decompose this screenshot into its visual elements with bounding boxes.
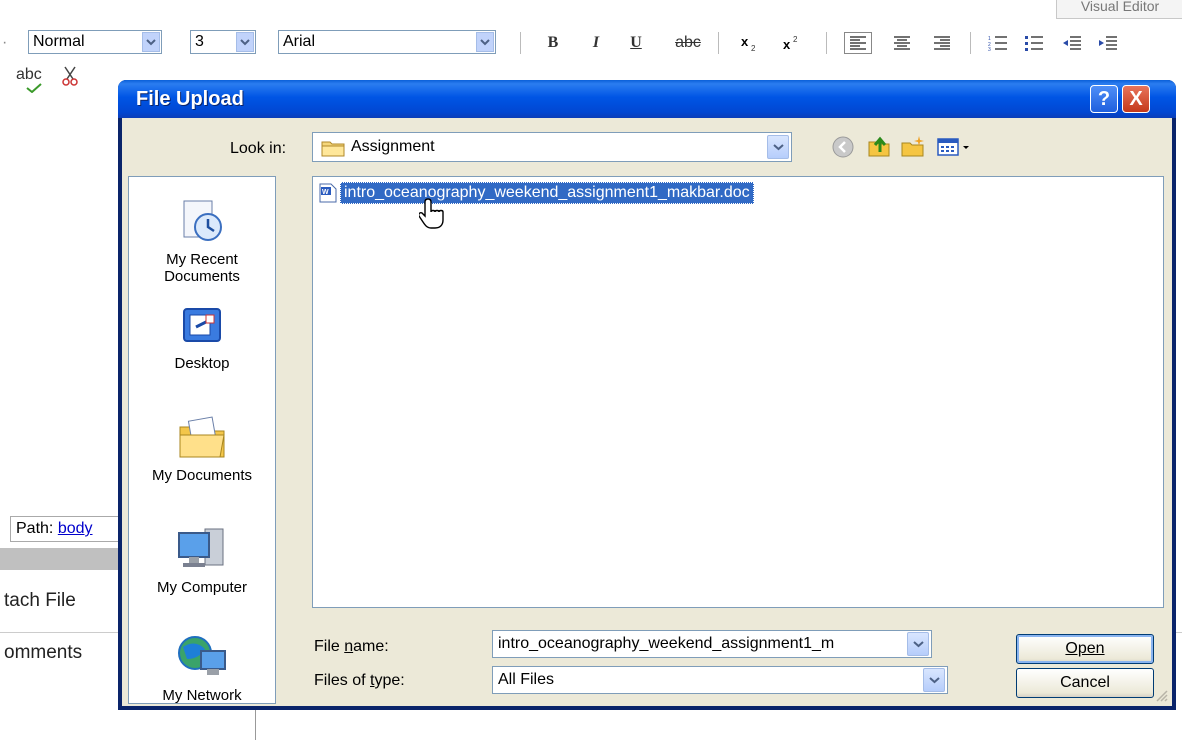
toolbar-separator — [520, 32, 521, 54]
file-upload-dialog: File Upload ? X Look in: Assignment My R… — [118, 80, 1176, 710]
italic-button[interactable]: I — [586, 32, 606, 54]
lookin-label: Look in: — [230, 140, 287, 157]
toolbar-separator — [826, 32, 827, 54]
file-list[interactable]: W intro_oceanography_weekend_assignment1… — [312, 176, 1164, 608]
place-label: Desktop — [174, 355, 230, 372]
my-computer-icon — [178, 528, 224, 567]
bullet-list-icon[interactable] — [1020, 32, 1048, 54]
svg-text:3: 3 — [988, 47, 991, 51]
size-select[interactable]: 3 — [190, 30, 256, 54]
cut-icon[interactable] — [62, 66, 78, 91]
editor-toolbar: · Normal 3 Arial B I U abc x2 x2 123 — [0, 20, 1182, 64]
dialog-titlebar[interactable]: File Upload ? X — [118, 80, 1176, 118]
place-label: My Recent Documents — [164, 251, 240, 285]
file-name[interactable]: intro_oceanography_weekend_assignment1_m… — [340, 182, 754, 204]
lookin-value: Assignment — [351, 138, 435, 155]
place-my-recent-documents[interactable]: My Recent Documents — [129, 197, 275, 285]
path-label: Path: — [16, 520, 54, 537]
visual-editor-tab[interactable]: Visual Editor — [1056, 0, 1182, 19]
path-body-link[interactable]: body — [58, 520, 93, 537]
toolbar-separator — [718, 32, 719, 54]
path-bar: Path: body — [10, 516, 122, 542]
checkmark-icon — [26, 80, 42, 98]
filetype-label: Files of type: — [314, 672, 405, 689]
open-button[interactable]: Open — [1016, 634, 1154, 664]
chevron-down-icon[interactable] — [236, 32, 254, 52]
place-desktop[interactable]: Desktop — [129, 305, 275, 372]
align-right-icon[interactable] — [928, 32, 956, 54]
filetype-value: All Files — [498, 671, 555, 688]
my-network-icon — [178, 636, 226, 675]
subscript-icon[interactable]: x2 — [738, 32, 762, 54]
superscript-icon[interactable]: x2 — [780, 32, 804, 54]
dialog-body: Look in: Assignment My Recent Documents … — [122, 118, 1172, 706]
align-left-icon[interactable] — [844, 32, 872, 54]
new-folder-icon[interactable] — [900, 134, 926, 160]
chevron-down-icon[interactable] — [907, 632, 929, 656]
align-center-icon[interactable] — [888, 32, 916, 54]
svg-text:2: 2 — [793, 35, 798, 44]
strikethrough-button[interactable]: abc — [668, 32, 708, 54]
comments-label: omments — [4, 642, 83, 663]
hand-cursor-icon — [418, 197, 447, 234]
place-my-computer[interactable]: My Computer — [129, 525, 275, 596]
place-label: My Computer — [156, 579, 248, 596]
chevron-down-icon[interactable] — [476, 32, 494, 52]
filename-value: intro_oceanography_weekend_assignment1_m — [498, 635, 835, 652]
svg-text:W: W — [322, 189, 329, 196]
svg-text:x: x — [783, 37, 791, 52]
format-select[interactable]: Normal — [28, 30, 162, 54]
toolbar-separator — [970, 32, 971, 54]
place-label: My Documents — [151, 467, 253, 484]
back-icon[interactable] — [830, 134, 856, 160]
filename-input[interactable]: intro_oceanography_weekend_assignment1_m — [492, 630, 932, 658]
numbered-list-icon[interactable]: 123 — [984, 32, 1012, 54]
file-item[interactable]: W intro_oceanography_weekend_assignment1… — [319, 181, 754, 205]
place-my-network[interactable]: My Network — [129, 633, 275, 704]
lookin-combo[interactable]: Assignment — [312, 132, 792, 162]
size-select-value: 3 — [195, 33, 204, 50]
filename-label: File name: — [314, 638, 389, 655]
filetype-select[interactable]: All Files — [492, 666, 948, 694]
format-select-value: Normal — [33, 33, 85, 50]
outdent-icon[interactable] — [1058, 32, 1086, 54]
place-my-documents[interactable]: My Documents — [129, 413, 275, 484]
cancel-button[interactable]: Cancel — [1016, 668, 1154, 698]
resize-grip-icon[interactable] — [1154, 688, 1168, 702]
attach-file-label[interactable]: tach File — [4, 590, 76, 612]
recent-documents-icon — [183, 200, 222, 241]
bold-button[interactable]: B — [543, 32, 563, 54]
chevron-down-icon[interactable] — [767, 135, 789, 159]
divider — [0, 632, 124, 633]
divider — [255, 710, 256, 740]
font-select-value: Arial — [283, 33, 316, 50]
chevron-down-icon[interactable] — [142, 32, 160, 52]
underline-button[interactable]: U — [626, 32, 646, 54]
up-folder-icon[interactable] — [866, 134, 892, 160]
indent-icon[interactable] — [1094, 32, 1122, 54]
font-select[interactable]: Arial — [278, 30, 496, 54]
my-documents-icon — [179, 416, 225, 458]
view-menu-icon[interactable] — [936, 134, 976, 160]
dialog-title: File Upload — [136, 88, 244, 110]
close-button[interactable]: X — [1122, 85, 1150, 113]
word-document-icon: W — [319, 183, 337, 203]
svg-text:2: 2 — [751, 44, 756, 52]
editor-status-strip — [0, 548, 124, 570]
places-bar: My Recent Documents Desktop My Documents… — [128, 176, 276, 704]
place-label: My Network — [162, 687, 242, 704]
folder-icon — [321, 139, 345, 162]
toolbar-handle: · — [2, 34, 8, 51]
desktop-icon — [183, 308, 221, 342]
svg-text:x: x — [741, 34, 749, 49]
chevron-down-icon[interactable] — [923, 668, 945, 692]
help-button[interactable]: ? — [1090, 85, 1118, 113]
